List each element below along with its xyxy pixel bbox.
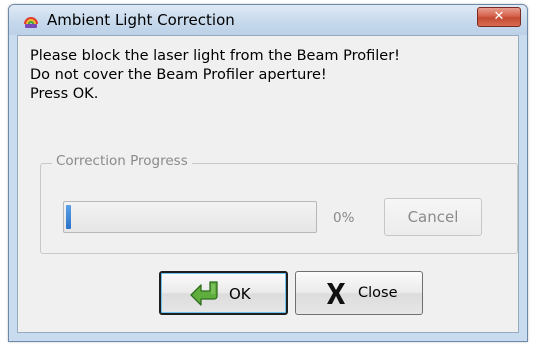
progress-bar [63, 201, 317, 233]
window-title: Ambient Light Correction [47, 11, 235, 29]
dialog-window: Ambient Light Correction ✕ Please block … [8, 4, 528, 342]
close-label: Close [358, 285, 398, 301]
progress-percent: 0% [333, 210, 355, 226]
group-label: Correction Progress [52, 152, 192, 170]
progress-fill [66, 205, 71, 229]
close-button[interactable]: Close [295, 271, 423, 315]
window-close-button[interactable]: ✕ [477, 7, 521, 27]
title-bar[interactable]: Ambient Light Correction ✕ [9, 5, 527, 35]
cancel-button[interactable]: Cancel [384, 198, 482, 236]
instruction-message: Please block the laser light from the Be… [30, 47, 400, 104]
ok-button[interactable]: OK [159, 271, 288, 315]
rainbow-app-icon [24, 17, 38, 28]
ok-label: OK [229, 285, 251, 303]
message-line: Do not cover the Beam Profiler aperture! [30, 67, 327, 83]
close-icon: ✕ [493, 9, 505, 24]
green-arrow-icon [190, 281, 218, 306]
message-line: Please block the laser light from the Be… [30, 48, 400, 64]
x-icon [327, 283, 345, 304]
message-line: Press OK. [30, 86, 99, 102]
